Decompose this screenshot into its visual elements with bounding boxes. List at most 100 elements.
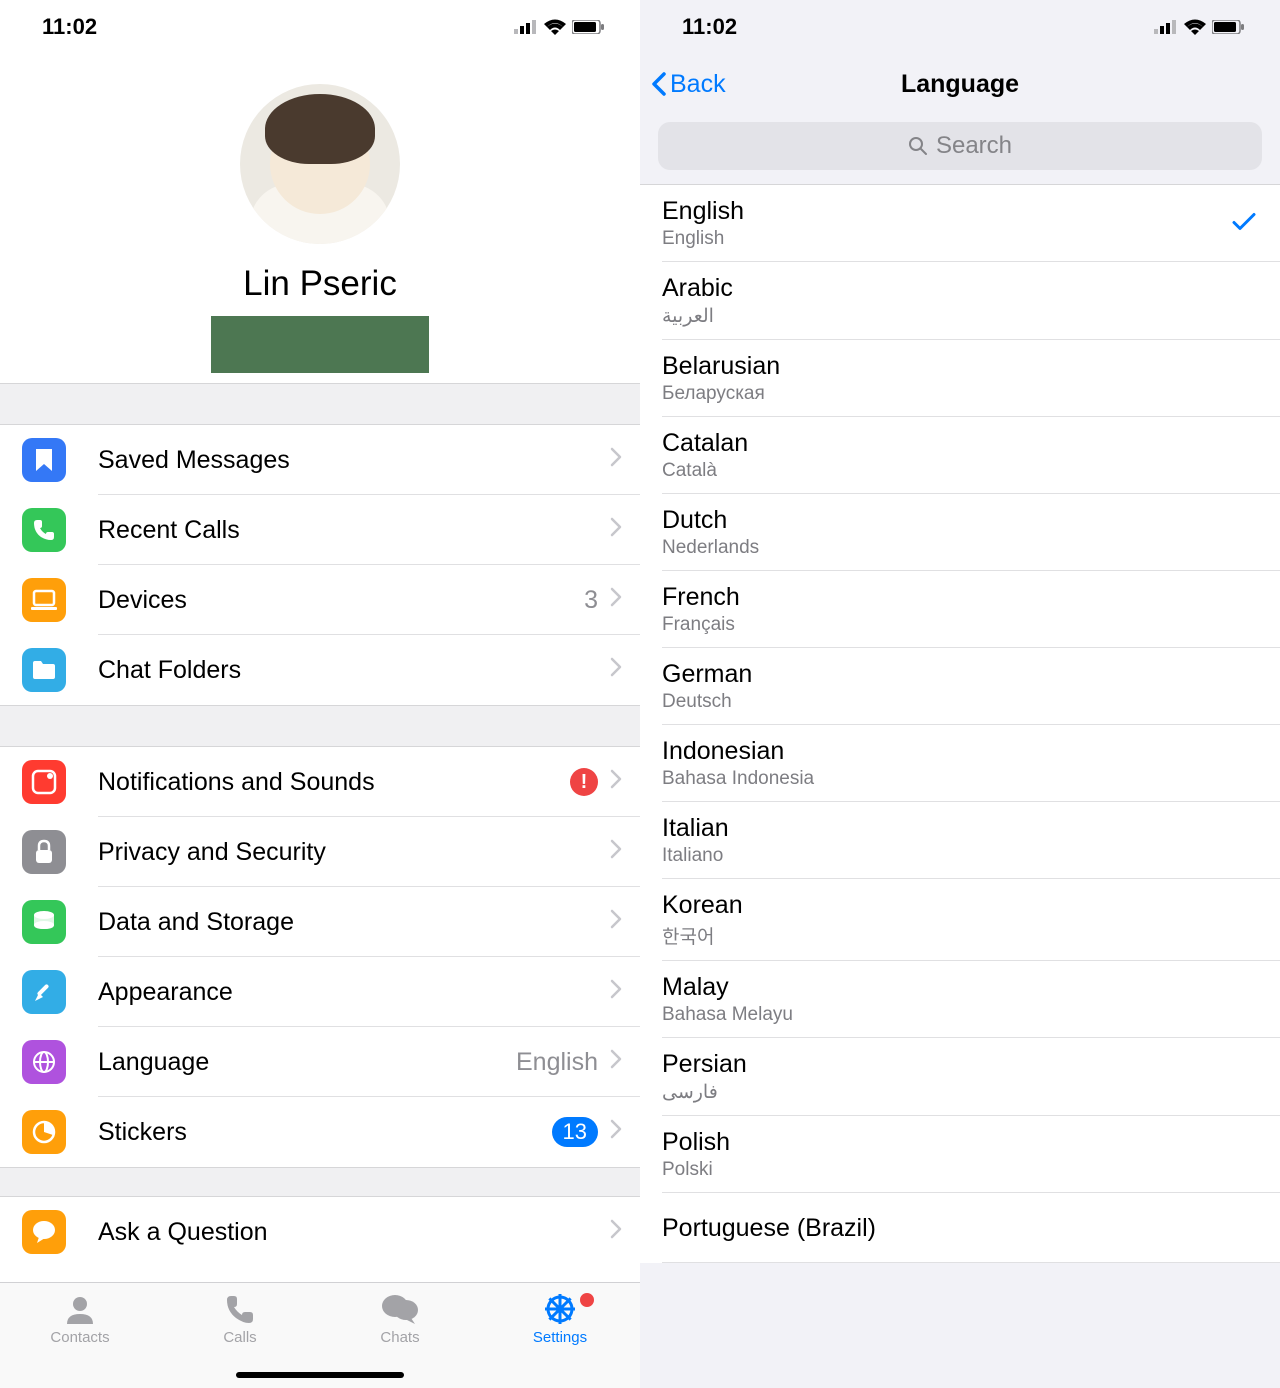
settings-row-notifications-and-sounds[interactable]: Notifications and Sounds! [0, 747, 640, 817]
settings-row-recent-calls[interactable]: Recent Calls [0, 495, 640, 565]
settings-icon [543, 1291, 577, 1327]
language-native: Français [662, 614, 1258, 636]
laptop-icon [22, 578, 66, 622]
group-separator [0, 1167, 640, 1197]
chevron-right-icon [610, 1049, 622, 1075]
language-row-belarusian[interactable]: BelarusianБеларуская [640, 340, 1280, 417]
language-name: Dutch [662, 506, 1258, 535]
battery-icon [1212, 20, 1244, 34]
status-bar: 11:02 [0, 0, 640, 54]
chevron-right-icon [610, 979, 622, 1005]
folder-icon [22, 648, 66, 692]
nav-title: Language [640, 70, 1280, 99]
language-native: العربية [662, 305, 1258, 328]
row-label: Recent Calls [98, 516, 610, 545]
language-row-dutch[interactable]: DutchNederlands [640, 494, 1280, 571]
brush-icon [22, 970, 66, 1014]
signal-icon [1154, 20, 1178, 34]
language-row-polish[interactable]: PolishPolski [640, 1116, 1280, 1193]
language-screen: 11:02 Back Language Search EnglishEnglis… [640, 0, 1280, 1388]
settings-group: Notifications and Sounds! Privacy and Sec… [0, 747, 640, 1167]
chevron-right-icon [610, 1119, 622, 1145]
row-label: Devices [98, 586, 584, 615]
language-row-arabic[interactable]: Arabicالعربية [640, 262, 1280, 340]
chevron-right-icon [610, 657, 622, 683]
chevron-right-icon [610, 1219, 622, 1245]
chevron-right-icon [610, 769, 622, 795]
lock-icon [22, 830, 66, 874]
language-native: Bahasa Melayu [662, 1004, 1258, 1026]
language-name: Portuguese (Brazil) [662, 1214, 1258, 1243]
language-native: Polski [662, 1159, 1258, 1181]
back-button[interactable]: Back [650, 70, 726, 99]
language-row-german[interactable]: GermanDeutsch [640, 648, 1280, 725]
settings-row-language[interactable]: LanguageEnglish [0, 1027, 640, 1097]
language-name: Catalan [662, 429, 1258, 458]
status-indicators [1154, 19, 1244, 35]
settings-row-chat-folders[interactable]: Chat Folders [0, 635, 640, 705]
language-row-french[interactable]: FrenchFrançais [640, 571, 1280, 648]
row-label: Chat Folders [98, 656, 610, 685]
tab-label: Settings [533, 1329, 587, 1346]
language-native: Nederlands [662, 537, 1258, 559]
row-value: English [516, 1048, 598, 1077]
row-value: 3 [584, 586, 598, 615]
settings-row-saved-messages[interactable]: Saved Messages [0, 425, 640, 495]
pie-icon [22, 1110, 66, 1154]
language-row-korean[interactable]: Korean한국어 [640, 879, 1280, 961]
disk-icon [22, 900, 66, 944]
language-name: French [662, 583, 1258, 612]
profile-handle-redacted [211, 316, 429, 373]
row-label: Ask a Question [98, 1218, 610, 1247]
language-row-malay[interactable]: MalayBahasa Melayu [640, 961, 1280, 1038]
row-label: Saved Messages [98, 446, 610, 475]
back-label: Back [670, 70, 726, 99]
language-name: Malay [662, 973, 1258, 1002]
avatar[interactable] [240, 84, 400, 244]
row-label: Data and Storage [98, 908, 610, 937]
language-name: Polish [662, 1128, 1258, 1157]
language-row-catalan[interactable]: CatalanCatalà [640, 417, 1280, 494]
language-row-portuguese-brazil-[interactable]: Portuguese (Brazil) [640, 1193, 1280, 1263]
settings-row-appearance[interactable]: Appearance [0, 957, 640, 1027]
count-badge: 13 [552, 1117, 598, 1147]
row-label: Privacy and Security [98, 838, 610, 867]
language-row-persian[interactable]: Persianفارسی [640, 1038, 1280, 1116]
contacts-icon [63, 1291, 97, 1327]
group-separator [0, 383, 640, 425]
chevron-right-icon [610, 909, 622, 935]
checkmark-icon [1232, 211, 1256, 236]
language-name: Arabic [662, 274, 1258, 303]
tab-label: Chats [380, 1329, 419, 1346]
language-row-english[interactable]: EnglishEnglish [640, 185, 1280, 262]
row-label: Stickers [98, 1118, 552, 1147]
language-name: Italian [662, 814, 1258, 843]
language-native: 한국어 [662, 922, 1258, 949]
calls-icon [224, 1291, 256, 1327]
language-row-indonesian[interactable]: IndonesianBahasa Indonesia [640, 725, 1280, 802]
tab-contacts[interactable]: Contacts [0, 1291, 160, 1388]
language-native: Italiano [662, 845, 1258, 867]
bell-icon [22, 760, 66, 804]
wifi-icon [544, 19, 566, 35]
settings-row-stickers[interactable]: Stickers13 [0, 1097, 640, 1167]
tab-label: Calls [223, 1329, 256, 1346]
settings-row-devices[interactable]: Devices3 [0, 565, 640, 635]
status-time: 11:02 [682, 14, 737, 40]
chat-icon [22, 1210, 66, 1254]
chevron-right-icon [610, 839, 622, 865]
language-native: فارسی [662, 1081, 1258, 1104]
tab-settings[interactable]: Settings [480, 1291, 640, 1388]
settings-row-ask-a-question[interactable]: Ask a Question [0, 1197, 640, 1267]
status-indicators [514, 19, 604, 35]
language-native: English [662, 228, 1258, 250]
language-native: Bahasa Indonesia [662, 768, 1258, 790]
settings-row-privacy-and-security[interactable]: Privacy and Security [0, 817, 640, 887]
language-name: Korean [662, 891, 1258, 920]
search-input[interactable]: Search [658, 122, 1262, 170]
language-row-italian[interactable]: ItalianItaliano [640, 802, 1280, 879]
chevron-right-icon [610, 517, 622, 543]
language-native: Deutsch [662, 691, 1258, 713]
settings-row-data-and-storage[interactable]: Data and Storage [0, 887, 640, 957]
search-container: Search [640, 114, 1280, 185]
